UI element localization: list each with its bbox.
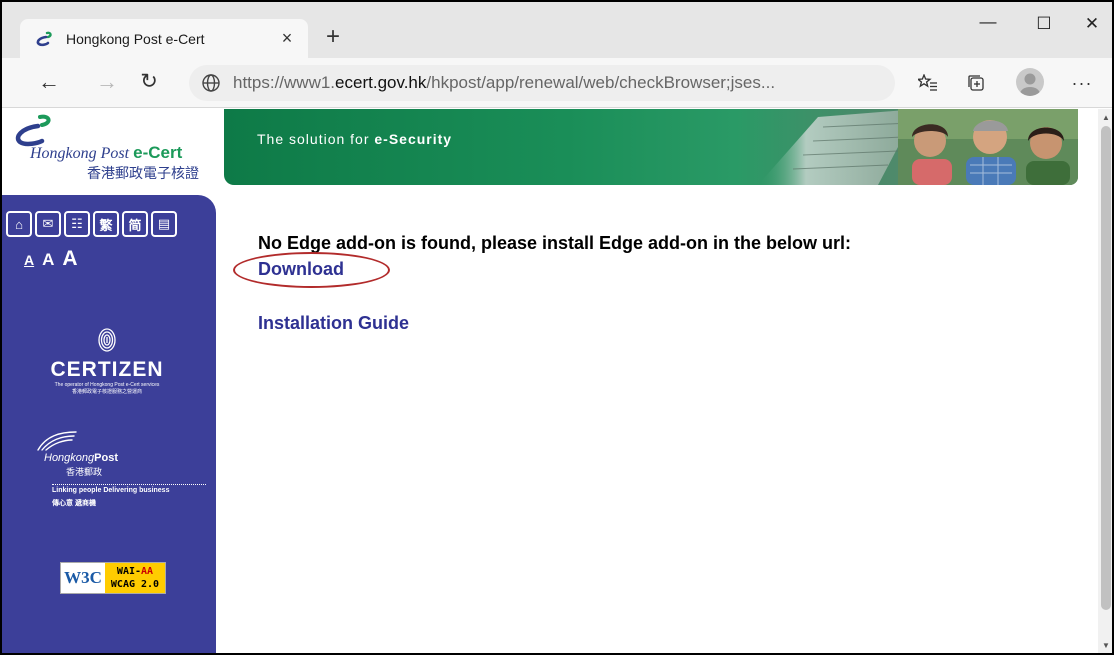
fingerprint-icon [98, 328, 116, 352]
refresh-button[interactable]: ↻ [132, 70, 166, 94]
sidebar: ⌂ ✉ ☷ 繁 简 ▤ A A A CERTIZEN The operator … [2, 195, 216, 653]
download-link[interactable]: Download [258, 259, 344, 280]
tab-title: Hongkong Post e-Cert [66, 30, 205, 47]
tab-close-icon[interactable]: × [270, 28, 304, 49]
banner-photo-image [758, 109, 1078, 185]
back-button[interactable]: ← [32, 70, 66, 94]
hkpost-name: HongkongPost [44, 452, 118, 464]
page-viewport: Hongkong Post e-Cert 香港郵政電子核證 The soluti… [2, 109, 1098, 653]
favorites-icon[interactable] [916, 72, 940, 94]
installation-guide-link[interactable]: Installation Guide [258, 313, 409, 334]
collections-icon[interactable] [964, 72, 988, 94]
maximize-button[interactable]: ☐ [1029, 14, 1059, 34]
text-only-icon[interactable]: ▤ [151, 211, 177, 237]
wcag-label: WCAG 2.0 [110, 579, 160, 590]
utility-icon-row: ⌂ ✉ ☷ 繁 简 ▤ [6, 211, 177, 237]
forward-button[interactable]: → [90, 70, 124, 94]
banner-tagline-bold: e-Security [374, 131, 453, 147]
more-menu-button[interactable]: ··· [1070, 72, 1094, 94]
logo-ecert-text: e-Cert [133, 143, 183, 162]
logo-text-zh: 香港郵政電子核證 [87, 165, 199, 181]
url-domain: ecert.gov.hk [335, 73, 427, 92]
scroll-thumb[interactable] [1101, 126, 1111, 610]
certizen-logo[interactable]: CERTIZEN The operator of Hongkong Post e… [32, 327, 182, 396]
hkpost-name-zh: 香港郵政 [66, 467, 103, 477]
home-icon[interactable]: ⌂ [6, 211, 32, 237]
header-banner: The solution for e-Security [224, 109, 1078, 185]
banner-tagline-prefix: The solution for [257, 131, 375, 147]
certizen-subtitle-en: The operator of Hongkong Post e-Cert ser… [54, 382, 160, 388]
profile-icon[interactable] [1016, 68, 1044, 96]
w3c-wcag-badge[interactable]: W3C WAI-AA WCAG 2.0 [60, 562, 166, 594]
w3c-logo: W3C [64, 568, 102, 587]
url-path: /hkpost/app/renewal/web/checkBrowser;jse… [426, 73, 776, 92]
hkpost-divider [52, 484, 206, 485]
favicon-icon [34, 29, 54, 49]
globe-icon [199, 71, 223, 95]
tab-strip: Hongkong Post e-Cert × + — ☐ ✕ [2, 2, 1112, 58]
font-size-controls: A A A [24, 247, 78, 271]
certizen-subtitle-zh: 香港郵政電子核證服務之營運商 [71, 389, 142, 395]
font-size-medium-button[interactable]: A [42, 250, 54, 270]
ecert-logo[interactable]: Hongkong Post e-Cert 香港郵政電子核證 [2, 109, 224, 195]
mail-icon[interactable]: ✉ [35, 211, 61, 237]
simplified-chinese-button[interactable]: 简 [122, 211, 148, 237]
hkpost-tagline: Linking people Delivering business [52, 487, 170, 494]
hkpost-name-bold: Post [94, 452, 118, 464]
banner-tagline: The solution for e-Security [257, 131, 452, 147]
scroll-down-arrow-icon[interactable]: ▼ [1098, 639, 1112, 653]
no-addon-message: No Edge add-on is found, please install … [258, 233, 852, 253]
font-size-small-button[interactable]: A [24, 252, 34, 268]
scroll-up-arrow-icon[interactable]: ▲ [1098, 111, 1112, 125]
sitemap-icon[interactable]: ☷ [64, 211, 90, 237]
address-bar[interactable]: https://www1.ecert.gov.hk/hkpost/app/ren… [189, 65, 895, 101]
browser-window: Hongkong Post e-Cert × + — ☐ ✕ ← → ↻ htt… [0, 0, 1114, 655]
wai-aa-label: WAI-AA WCAG 2.0 [105, 563, 165, 593]
hkpost-tagline-zh: 傳心意 遞商機 [52, 500, 96, 507]
close-window-button[interactable]: ✕ [1077, 14, 1107, 34]
logo-text-en: Hongkong Post e-Cert [30, 143, 182, 163]
wai-label: WAI- [116, 566, 142, 577]
font-size-large-button[interactable]: A [62, 247, 77, 271]
certizen-wordmark: CERTIZEN [50, 358, 164, 381]
address-bar-row: ← → ↻ https://www1.ecert.gov.hk/hkpost/a… [2, 58, 1112, 108]
vertical-scrollbar[interactable]: ▲ ▼ [1098, 109, 1112, 653]
url-prefix: https://www1. [233, 73, 336, 92]
logo-hkpost-text: Hongkong Post [30, 145, 130, 162]
aa-label: AA [141, 566, 154, 577]
url-text: https://www1.ecert.gov.hk/hkpost/app/ren… [233, 73, 775, 93]
hkpost-name-italic: Hongkong [44, 452, 95, 464]
traditional-chinese-button[interactable]: 繁 [93, 211, 119, 237]
new-tab-button[interactable]: + [318, 24, 348, 50]
browser-tab[interactable]: Hongkong Post e-Cert × [20, 19, 308, 58]
minimize-button[interactable]: — [973, 12, 1003, 32]
